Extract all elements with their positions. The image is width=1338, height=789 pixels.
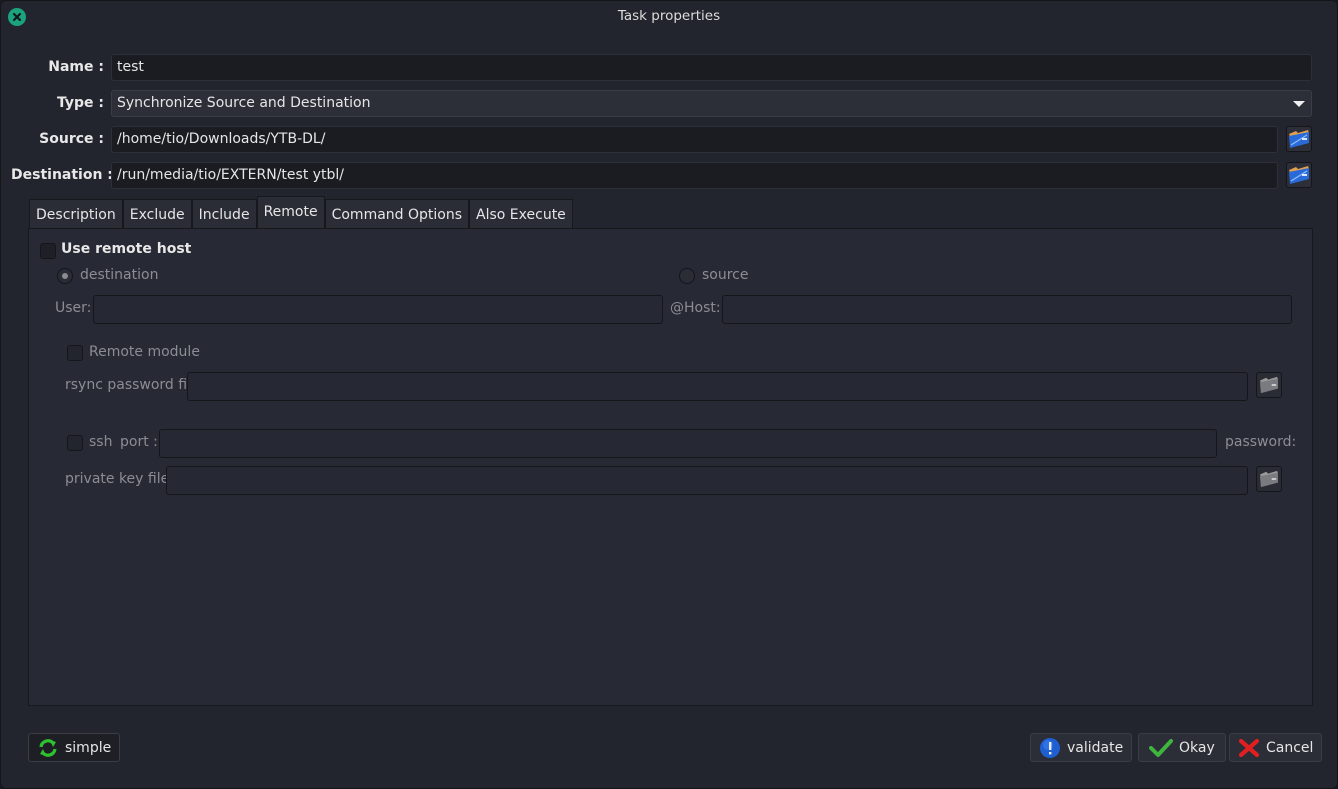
user-input[interactable] xyxy=(93,295,663,324)
tab-remote[interactable]: Remote xyxy=(256,196,325,229)
okay-button[interactable]: Okay xyxy=(1138,733,1226,762)
host-input[interactable] xyxy=(722,295,1292,324)
tab-bar: Description Exclude Include Remote Comma… xyxy=(29,196,573,229)
destination-browse-button[interactable] xyxy=(1286,162,1312,188)
use-remote-host-label: Use remote host xyxy=(61,241,192,257)
validate-label: validate xyxy=(1067,739,1124,756)
private-key-file-label: private key file : xyxy=(65,471,179,487)
use-remote-host-checkbox[interactable] xyxy=(40,243,56,259)
rsync-password-file-label: rsync password file: xyxy=(65,377,205,393)
validate-button[interactable]: validate xyxy=(1030,733,1133,762)
folder-icon xyxy=(1260,376,1278,394)
type-label: Type : xyxy=(56,95,104,111)
source-radio[interactable] xyxy=(679,268,695,284)
destination-input[interactable]: /run/media/tio/EXTERN/test ytbl/ xyxy=(111,162,1278,189)
type-select-value: Synchronize Source and Destination xyxy=(117,95,371,111)
source-browse-button[interactable] xyxy=(1286,126,1312,152)
user-label: User: xyxy=(55,300,92,316)
task-properties-window: Task properties Name : test Type : Synch… xyxy=(0,0,1338,789)
port-input[interactable] xyxy=(159,429,1217,458)
remote-module-checkbox[interactable] xyxy=(67,345,83,361)
chevron-down-icon xyxy=(1293,101,1305,107)
folder-icon xyxy=(1289,166,1309,184)
tab-command-options[interactable]: Command Options xyxy=(324,199,470,229)
refresh-icon xyxy=(39,738,57,757)
source-label: Source : xyxy=(39,131,104,147)
folder-icon xyxy=(1260,470,1278,488)
info-exclamation-icon xyxy=(1040,737,1060,758)
destination-label: Destination : xyxy=(11,167,113,183)
cancel-label: Cancel xyxy=(1266,739,1314,756)
simple-button[interactable]: simple xyxy=(28,733,121,762)
name-label: Name : xyxy=(48,59,104,75)
rsync-password-file-browse-button[interactable] xyxy=(1256,372,1282,398)
host-label: @Host: xyxy=(670,300,721,316)
ssh-label: ssh xyxy=(89,434,113,450)
tab-include[interactable]: Include xyxy=(191,199,257,229)
source-input[interactable]: /home/tio/Downloads/YTB-DL/ xyxy=(111,126,1278,153)
rsync-password-file-input[interactable] xyxy=(187,372,1248,401)
checkmark-icon xyxy=(1149,738,1173,757)
tab-exclude[interactable]: Exclude xyxy=(122,199,192,229)
name-input[interactable]: test xyxy=(111,54,1312,81)
tab-description[interactable]: Description xyxy=(29,199,123,229)
remote-module-label: Remote module xyxy=(89,344,200,360)
cancel-x-icon xyxy=(1238,738,1260,757)
folder-icon xyxy=(1289,130,1309,148)
private-key-file-input[interactable] xyxy=(166,466,1248,495)
destination-radio-label: destination xyxy=(80,267,159,283)
window-title: Task properties xyxy=(617,8,721,24)
okay-label: Okay xyxy=(1179,739,1215,756)
cancel-button[interactable]: Cancel xyxy=(1229,733,1323,762)
source-radio-label: source xyxy=(702,267,749,283)
password-label: password: xyxy=(1225,434,1297,450)
port-label: port : xyxy=(120,434,158,450)
type-select[interactable]: Synchronize Source and Destination xyxy=(111,90,1312,117)
destination-radio[interactable] xyxy=(57,268,73,284)
private-key-file-browse-button[interactable] xyxy=(1256,466,1282,492)
tab-also-execute[interactable]: Also Execute xyxy=(469,199,573,229)
title-bar: Task properties xyxy=(1,1,1337,33)
simple-label: simple xyxy=(65,739,112,756)
ssh-checkbox[interactable] xyxy=(67,435,83,451)
